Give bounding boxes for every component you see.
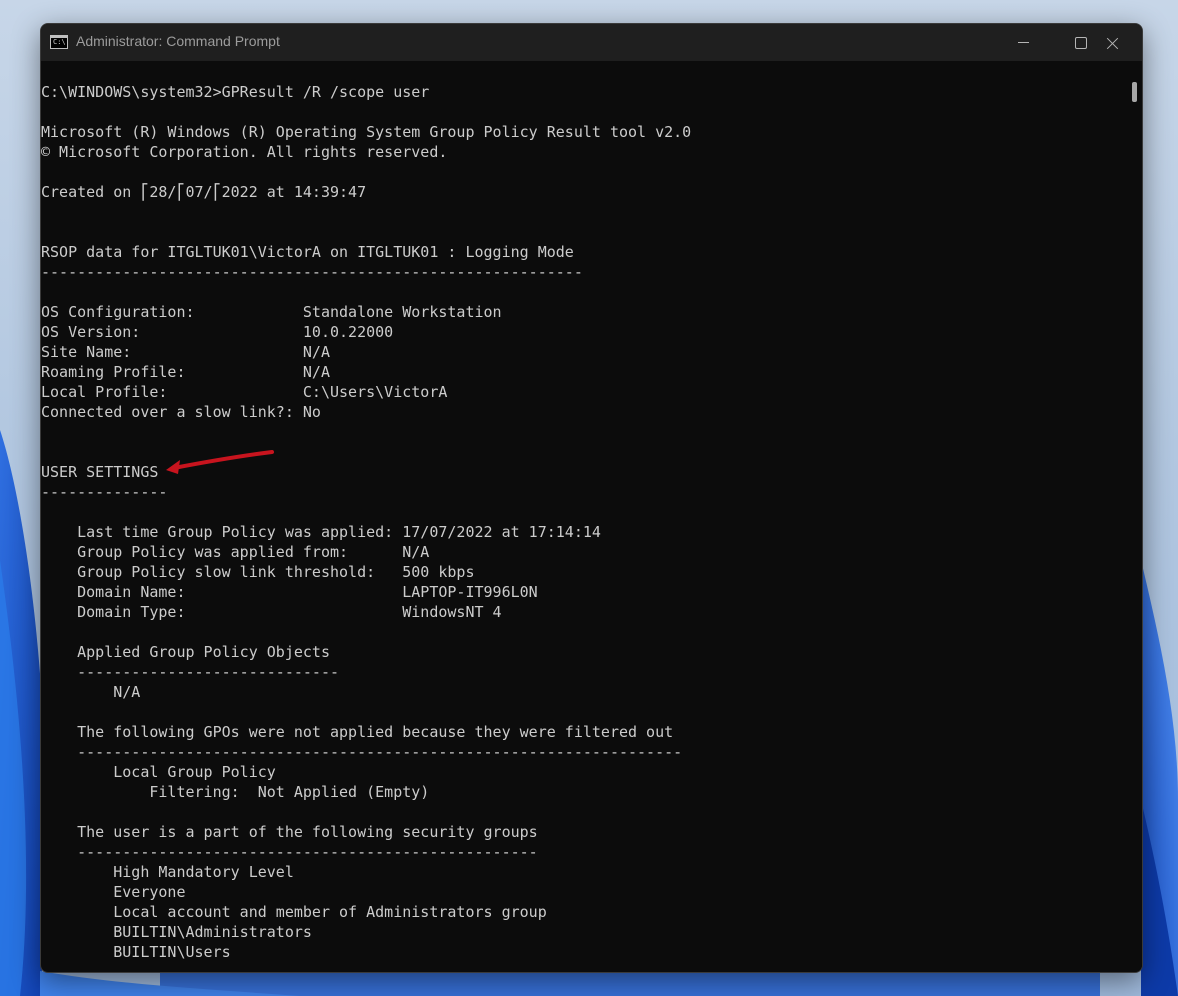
console-line: The following GPOs were not applied beca… [41,723,674,741]
console-line: Microsoft (R) Windows (R) Operating Syst… [41,123,692,141]
console-line: ----------------------------------------… [41,743,683,761]
console-line: ----------------------------------------… [41,843,538,861]
console-line: Domain Type: WindowsNT 4 [41,603,502,621]
console-line: RSOP data for ITGLTUK01\VictorA on ITGLT… [41,243,574,261]
title-bar[interactable]: C:\ Administrator: Command Prompt [41,24,1142,61]
console-output[interactable]: C:\WINDOWS\system32>GPResult /R /scope u… [41,61,1126,972]
close-icon [1107,37,1119,49]
console-line: Connected over a slow link?: No [41,403,321,421]
console-line: High Mandatory Level [41,863,294,881]
console-line: OS Version: 10.0.22000 [41,323,394,341]
close-button[interactable] [1084,24,1142,61]
console-line: BUILTIN\Administrators [41,923,312,941]
minimize-button[interactable] [994,24,1052,61]
console-line: Domain Name: LAPTOP-IT996L0N [41,583,538,601]
command-prompt-window[interactable]: C:\ Administrator: Command Prompt C:\WIN… [40,23,1143,973]
console-line: Everyone [41,883,186,901]
vertical-scrollbar[interactable] [1126,61,1142,972]
console-line: Filtering: Not Applied (Empty) [41,783,430,801]
console-line: Local Profile: C:\Users\VictorA [41,383,448,401]
scrollbar-thumb[interactable] [1132,82,1137,102]
console-line: Created on ⎡28/⎡07/⎡2022 at 14:39:47 [41,183,367,201]
console-lines: C:\WINDOWS\system32>GPResult /R /scope u… [41,82,691,962]
console-line: © Microsoft Corporation. All rights rese… [41,143,448,161]
console-line: ----------------------------------------… [41,263,583,281]
console-line: Site Name: N/A [41,343,330,361]
console-line: The user is a part of the following secu… [41,823,538,841]
console-line: ----------------------------- [41,663,340,681]
console-line: N/A [41,683,141,701]
console-line: Last time Group Policy was applied: 17/0… [41,523,601,541]
window-title: Administrator: Command Prompt [76,33,280,49]
console-line: BUILTIN\Users [41,943,231,961]
console-line: C:\WINDOWS\system32>GPResult /R /scope u… [41,83,430,101]
console-line: OS Configuration: Standalone Workstation [41,303,502,321]
console-line: Local Group Policy [41,763,276,781]
command-prompt-icon: C:\ [50,35,68,49]
console-line: Applied Group Policy Objects [41,643,330,661]
app-icon-label: C:\ [53,38,66,46]
console-line: -------------- [41,483,168,501]
minimize-icon [1017,42,1029,43]
red-arrow-annotation [166,450,274,474]
console-line: Group Policy was applied from: N/A [41,543,430,561]
console-line: USER SETTINGS [41,463,159,481]
console-line: Roaming Profile: N/A [41,363,330,381]
console-line: Local account and member of Administrato… [41,903,547,921]
console-line: Group Policy slow link threshold: 500 kb… [41,563,475,581]
